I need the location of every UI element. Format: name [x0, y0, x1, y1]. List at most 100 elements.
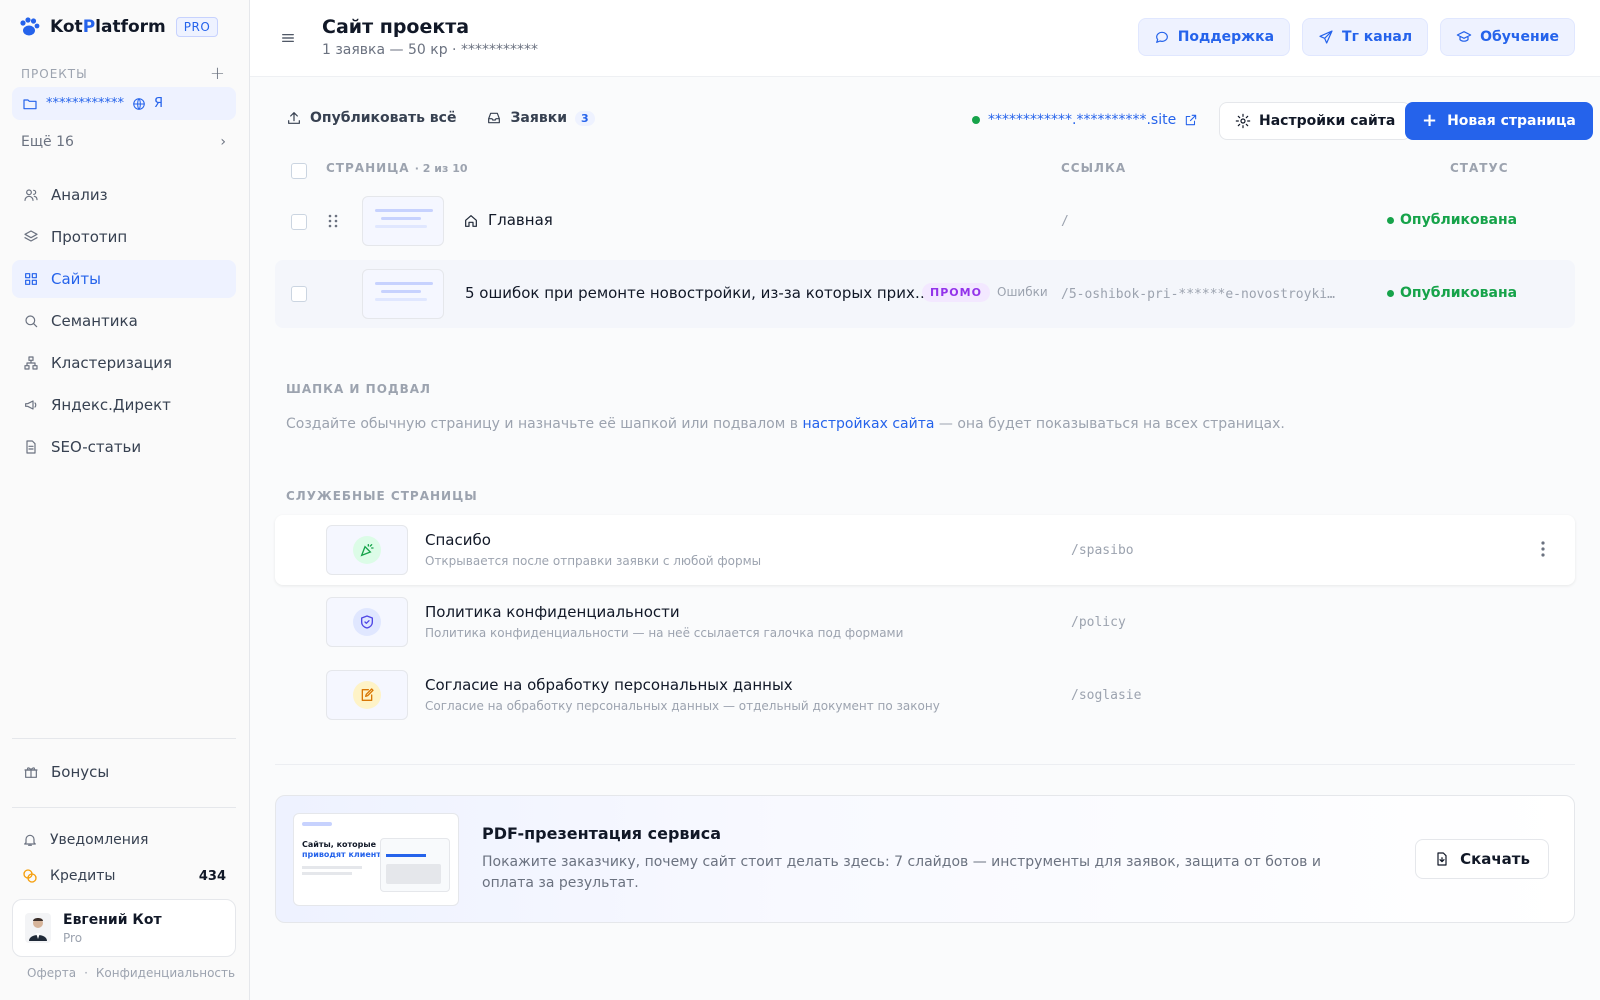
project-item-current[interactable]: ************ Я [12, 87, 236, 120]
pdf-description: Покажите заказчику, почему сайт стоит де… [482, 854, 1321, 891]
inbox-icon [488, 112, 501, 124]
site-settings-button[interactable]: Настройки сайта [1219, 102, 1412, 140]
send-icon [1319, 30, 1333, 44]
nav-item-semantics[interactable]: Семантика [12, 302, 236, 340]
table-row[interactable]: 5 ошибок при ремонте новостройки, из-за … [275, 260, 1575, 328]
document-icon [26, 440, 36, 454]
pdf-presentation-card: Сайты, которые приводят клиентов PDF-през… [275, 795, 1575, 923]
row-checkbox[interactable] [291, 286, 307, 302]
bottom-section: Уведомления Кредиты 434 [12, 822, 236, 894]
row-checkbox[interactable] [291, 214, 307, 230]
service-page-description: Политика конфиденциальности — на неё ссы… [425, 626, 904, 640]
main-content: Опубликовать всё Заявки 3 ************.*… [250, 77, 1600, 1000]
users-icon [24, 189, 38, 201]
notifications-item[interactable]: Уведомления [12, 822, 236, 858]
service-page-name: Политика конфиденциальности [425, 603, 680, 621]
online-status-dot [972, 116, 980, 124]
requests-button[interactable]: Заявки 3 [486, 110, 595, 126]
service-page-link: /policy [1071, 615, 1126, 630]
sidebar: KotPlatform PRO ПРОЕКТЫ + ************ Я… [0, 0, 250, 1000]
bonuses-section: Бонусы [12, 753, 236, 795]
service-page-thumbnail [326, 525, 408, 575]
nav-item-bonuses[interactable]: Бонусы [12, 753, 236, 791]
service-page-row[interactable]: Согласие на обработку персональных данны… [275, 660, 1575, 730]
nav-item-prototype[interactable]: Прототип [12, 218, 236, 256]
more-vertical-icon[interactable] [1541, 541, 1545, 557]
avatar [25, 913, 51, 943]
site-domain: ************.**********.site [988, 112, 1177, 128]
promo-badge: ПРОМО [922, 283, 990, 302]
project-lang: Я [154, 96, 164, 111]
learning-button[interactable]: Обучение [1440, 18, 1575, 56]
toolbar-left: Опубликовать всё Заявки 3 [286, 110, 595, 126]
select-all-checkbox[interactable] [291, 163, 307, 179]
privacy-link[interactable]: Конфиденциальность [96, 966, 235, 980]
more-projects[interactable]: Ещё 16 › [21, 134, 226, 150]
download-button[interactable]: Скачать [1415, 839, 1549, 879]
telegram-button[interactable]: Тг канал [1302, 18, 1429, 56]
projects-header: ПРОЕКТЫ + [21, 63, 226, 84]
coins-icon [23, 869, 37, 883]
service-page-description: Открывается после отправки заявки с любо… [425, 554, 762, 568]
requests-count-badge: 3 [575, 110, 595, 126]
divider [12, 807, 236, 808]
external-link-icon [1185, 114, 1197, 126]
plan-badge: PRO [175, 17, 219, 37]
site-settings-link[interactable]: настройках сайта [802, 416, 934, 432]
service-page-name: Согласие на обработку персональных данны… [425, 676, 793, 694]
service-page-link: /spasibo [1071, 543, 1134, 558]
service-page-row[interactable]: Спасибо Открывается после отправки заявк… [275, 515, 1575, 585]
drag-handle-icon[interactable] [328, 214, 338, 228]
logo-name: KotPlatform [50, 17, 166, 37]
page-link: / [1061, 214, 1069, 229]
grid-icon [25, 273, 37, 285]
service-page-row[interactable]: Политика конфиденциальности Политика кон… [275, 587, 1575, 657]
sidebar-footer: Оферта · Конфиденциальность [27, 966, 236, 980]
nav-item-yandex-direct[interactable]: Яндекс.Директ [12, 386, 236, 424]
header-footer-description: Создайте обычную страницу и назначьте её… [286, 416, 1285, 432]
user-name: Евгений Кот [63, 911, 162, 928]
nav-item-seo-articles[interactable]: SEO-статьи [12, 428, 236, 466]
paw-logo-icon [20, 17, 40, 36]
divider [275, 764, 1575, 765]
bell-icon [24, 834, 36, 846]
project-name: ************ [46, 96, 124, 111]
credits-count: 434 [198, 868, 226, 884]
credits-item[interactable]: Кредиты 434 [12, 858, 236, 894]
menu-icon[interactable] [280, 30, 296, 46]
page-thumbnail [362, 269, 444, 319]
service-page-thumbnail [326, 597, 408, 647]
add-project-icon[interactable]: + [210, 63, 226, 84]
page-name[interactable]: Главная [488, 211, 553, 229]
service-page-description: Согласие на обработку персональных данны… [425, 699, 940, 713]
gear-icon [1235, 113, 1251, 129]
edit-icon [361, 688, 374, 701]
support-button[interactable]: Поддержка [1137, 18, 1291, 56]
pdf-thumbnail-headline: приводят клиентов [302, 850, 392, 859]
publish-all-button[interactable]: Опубликовать всё [286, 110, 456, 126]
column-header-status: СТАТУС [1450, 161, 1509, 175]
offer-link[interactable]: Оферта [27, 966, 76, 980]
page-name[interactable]: 5 ошибок при ремонте новостройки, из-за … [465, 284, 930, 302]
megaphone-icon [25, 400, 37, 410]
logo[interactable]: KotPlatform PRO [18, 16, 219, 38]
new-page-button[interactable]: + Новая страница [1405, 102, 1593, 140]
page-thumbnail [362, 196, 444, 246]
projects-label: ПРОЕКТЫ [21, 66, 88, 81]
section-label-service-pages: СЛУЖЕБНЫЕ СТРАНИЦЫ [286, 489, 478, 503]
page-title: Сайт проекта [322, 16, 470, 38]
nav-item-analysis[interactable]: Анализ [12, 176, 236, 214]
nav-item-sites[interactable]: Сайты [12, 260, 236, 298]
table-row[interactable]: Главная / Опубликована [275, 187, 1575, 255]
site-domain-link[interactable]: ************.**********.site [972, 112, 1198, 128]
shield-icon [361, 615, 373, 629]
gift-icon [24, 767, 38, 778]
top-header: Сайт проекта 1 заявка — 50 кр · ********… [250, 0, 1600, 77]
user-card[interactable]: Евгений Кот Pro [12, 899, 236, 957]
service-page-link: /soglasie [1071, 688, 1142, 703]
status-badge: Опубликована [1387, 285, 1517, 301]
pdf-thumbnail: Сайты, которые приводят клиентов [293, 813, 459, 906]
status-badge: Опубликована [1387, 212, 1517, 228]
search-icon [25, 315, 38, 328]
nav-item-clustering[interactable]: Кластеризация [12, 344, 236, 382]
